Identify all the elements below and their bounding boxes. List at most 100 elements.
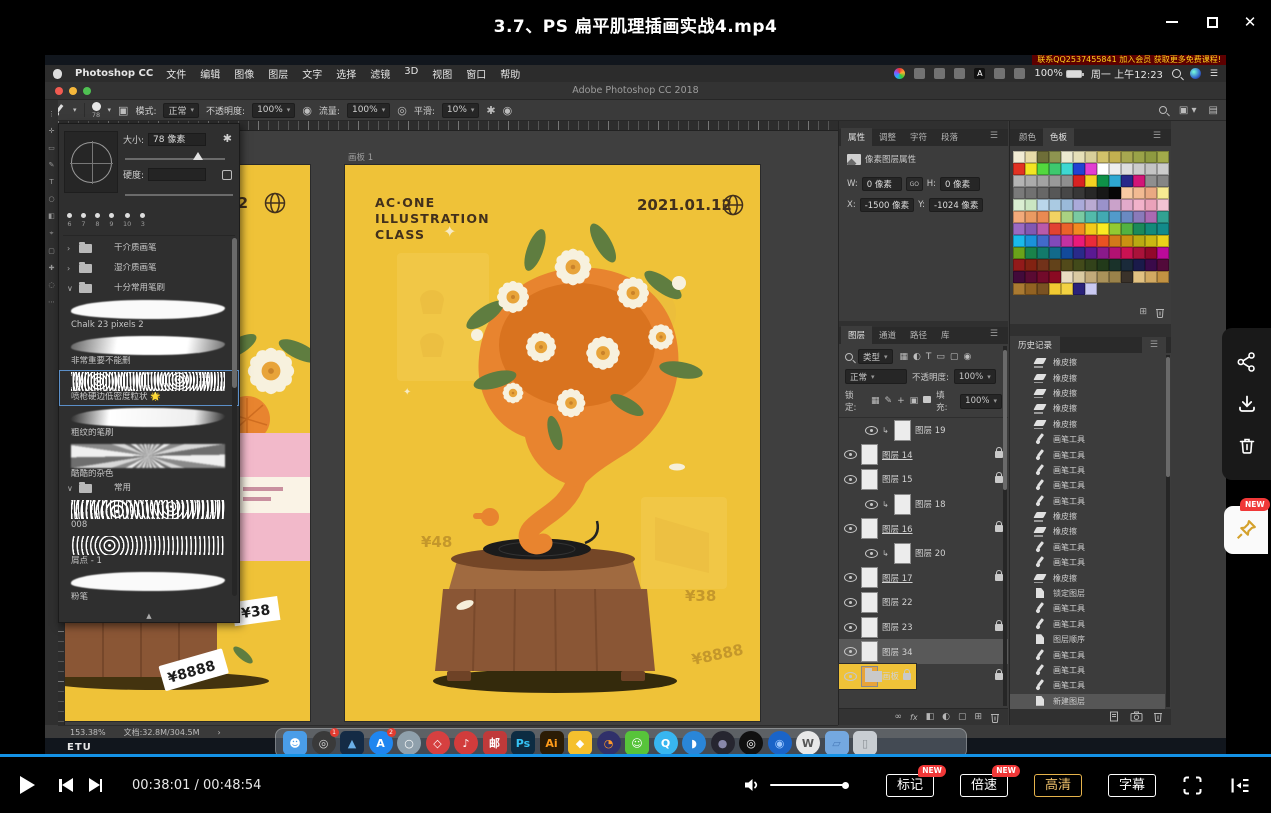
history-step[interactable]: 橡皮擦 <box>1010 355 1165 370</box>
color-swatch[interactable] <box>1085 163 1097 175</box>
menu-item[interactable]: 帮助 <box>500 66 520 81</box>
color-swatch[interactable] <box>1133 175 1145 187</box>
layer-name[interactable]: 图层 16 <box>882 523 913 535</box>
color-swatch[interactable] <box>1061 151 1073 163</box>
color-swatch[interactable] <box>1049 223 1061 235</box>
visibility-eye-icon[interactable] <box>844 623 857 632</box>
color-swatch[interactable] <box>1157 259 1169 271</box>
history-step[interactable]: 画笔工具 <box>1010 663 1165 678</box>
brush-preset[interactable]: 8 <box>95 210 100 228</box>
layer-row[interactable]: 图层 15 <box>839 467 1008 492</box>
play-icon[interactable] <box>20 776 35 794</box>
color-swatch[interactable] <box>1049 199 1061 211</box>
color-swatch[interactable] <box>1145 151 1157 163</box>
player-feature-button[interactable]: 字幕 <box>1108 774 1156 797</box>
color-swatch[interactable] <box>1085 259 1097 271</box>
brush-name[interactable]: 屑点 - 1 <box>67 556 229 567</box>
brush-row[interactable]: ∨ 常用 <box>59 478 239 498</box>
dock-app[interactable]: ☻ <box>283 731 307 755</box>
smoothing-gear-icon[interactable]: ✱ <box>486 104 495 117</box>
dock-app[interactable]: A 2 <box>369 731 393 755</box>
history-title[interactable]: 历史记录 <box>1010 336 1060 354</box>
dock-app-icon[interactable]: W <box>796 731 820 755</box>
color-swatch[interactable] <box>1049 259 1061 271</box>
spotlight-search-icon[interactable] <box>1172 69 1181 78</box>
color-swatch[interactable] <box>1025 247 1037 259</box>
color-swatch[interactable] <box>1097 247 1109 259</box>
artboard-label[interactable]: 画板 1 <box>348 151 373 163</box>
color-swatch[interactable] <box>1073 235 1085 247</box>
layer-thumbnail[interactable] <box>861 592 878 613</box>
pin-favorite-card[interactable] <box>1224 506 1268 554</box>
color-swatch[interactable] <box>1013 199 1025 211</box>
scroll-up-arrow-icon[interactable]: ▲ <box>59 612 239 620</box>
color-swatch[interactable] <box>1121 211 1133 223</box>
status-icon[interactable]: A <box>974 68 985 79</box>
history-step[interactable]: 画笔工具 <box>1010 678 1165 693</box>
panel-tab[interactable]: 图层 <box>841 326 872 344</box>
color-swatch[interactable] <box>1085 187 1097 199</box>
status-icon[interactable] <box>914 68 925 79</box>
close-button[interactable]: ✕ <box>1239 13 1261 31</box>
layer-thumbnail[interactable] <box>861 469 878 490</box>
color-swatch[interactable] <box>1097 163 1109 175</box>
next-episode-icon[interactable] <box>89 778 103 792</box>
brush-row[interactable]: 酷酷的杂色 <box>59 442 239 478</box>
menu-item[interactable]: 文字 <box>302 66 322 81</box>
brush-row[interactable]: › 湿介质画笔 <box>59 258 239 278</box>
layer-thumbnail[interactable] <box>861 518 878 539</box>
dock-app[interactable]: ▲ <box>340 731 364 755</box>
filter-icons[interactable]: ▦◐T▭▢◉ <box>900 352 972 362</box>
color-swatch[interactable] <box>1073 247 1085 259</box>
color-swatch[interactable] <box>1025 223 1037 235</box>
layer-thumbnail[interactable] <box>894 543 911 564</box>
dock-app-icon[interactable]: ○ <box>397 731 421 755</box>
history-step[interactable]: 橡皮擦 <box>1010 417 1165 432</box>
color-swatch[interactable] <box>1025 175 1037 187</box>
brush-row[interactable]: 粉笔 <box>59 570 239 606</box>
dock-app-icon[interactable]: Ps <box>511 731 535 755</box>
menu-item[interactable]: 3D <box>404 66 418 81</box>
menu-item[interactable]: 图像 <box>234 66 254 81</box>
color-swatch[interactable] <box>1013 151 1025 163</box>
color-swatch[interactable] <box>1145 235 1157 247</box>
color-swatch[interactable] <box>1037 175 1049 187</box>
color-swatch[interactable] <box>1145 247 1157 259</box>
color-swatch[interactable] <box>1013 211 1025 223</box>
color-swatch[interactable] <box>1061 223 1073 235</box>
color-swatch[interactable] <box>1037 259 1049 271</box>
status-icon[interactable] <box>934 68 945 79</box>
brush-name[interactable]: 粗纹的笔刷 <box>67 428 229 439</box>
color-swatch[interactable] <box>1061 235 1073 247</box>
layer-opacity-select[interactable]: 100%▾ <box>954 369 996 384</box>
dock-app[interactable]: ◆ <box>568 731 592 755</box>
color-swatch[interactable] <box>1049 187 1061 199</box>
dock-app-icon[interactable]: Ai <box>540 731 564 755</box>
layer-name[interactable]: 图层 15 <box>882 473 913 485</box>
visibility-eye-icon[interactable] <box>865 549 878 558</box>
color-swatch[interactable] <box>1061 175 1073 187</box>
dock-app[interactable]: ▯ <box>853 731 877 755</box>
width-field[interactable]: 0 像素 <box>862 177 902 191</box>
history-step[interactable]: 画笔工具 <box>1010 540 1165 555</box>
color-swatch[interactable] <box>1145 223 1157 235</box>
dock-app[interactable]: W <box>796 731 820 755</box>
gear-icon[interactable]: ✱ <box>223 132 232 145</box>
history-step[interactable]: 画笔工具 <box>1010 617 1165 632</box>
color-swatch[interactable] <box>1049 271 1061 283</box>
history-step[interactable]: 画笔工具 <box>1010 478 1165 493</box>
color-swatch[interactable] <box>1145 175 1157 187</box>
color-swatch[interactable] <box>1121 151 1133 163</box>
layer-thumbnail[interactable] <box>865 671 882 682</box>
color-swatch[interactable] <box>1133 187 1145 199</box>
history-step[interactable]: 画笔工具 <box>1010 432 1165 447</box>
color-swatch[interactable] <box>1121 235 1133 247</box>
color-swatch[interactable] <box>1097 223 1109 235</box>
brush-name[interactable]: 十分常用笔刷 <box>110 283 165 294</box>
visibility-eye-icon[interactable] <box>844 475 857 484</box>
color-swatch[interactable] <box>1013 259 1025 271</box>
color-swatch[interactable] <box>1157 187 1169 199</box>
brush-row[interactable]: ∨ 十分常用笔刷 <box>59 278 239 298</box>
color-swatch[interactable] <box>1157 175 1169 187</box>
brush-row[interactable]: 喷枪硬边低密度粒状 🌟 <box>59 370 239 406</box>
